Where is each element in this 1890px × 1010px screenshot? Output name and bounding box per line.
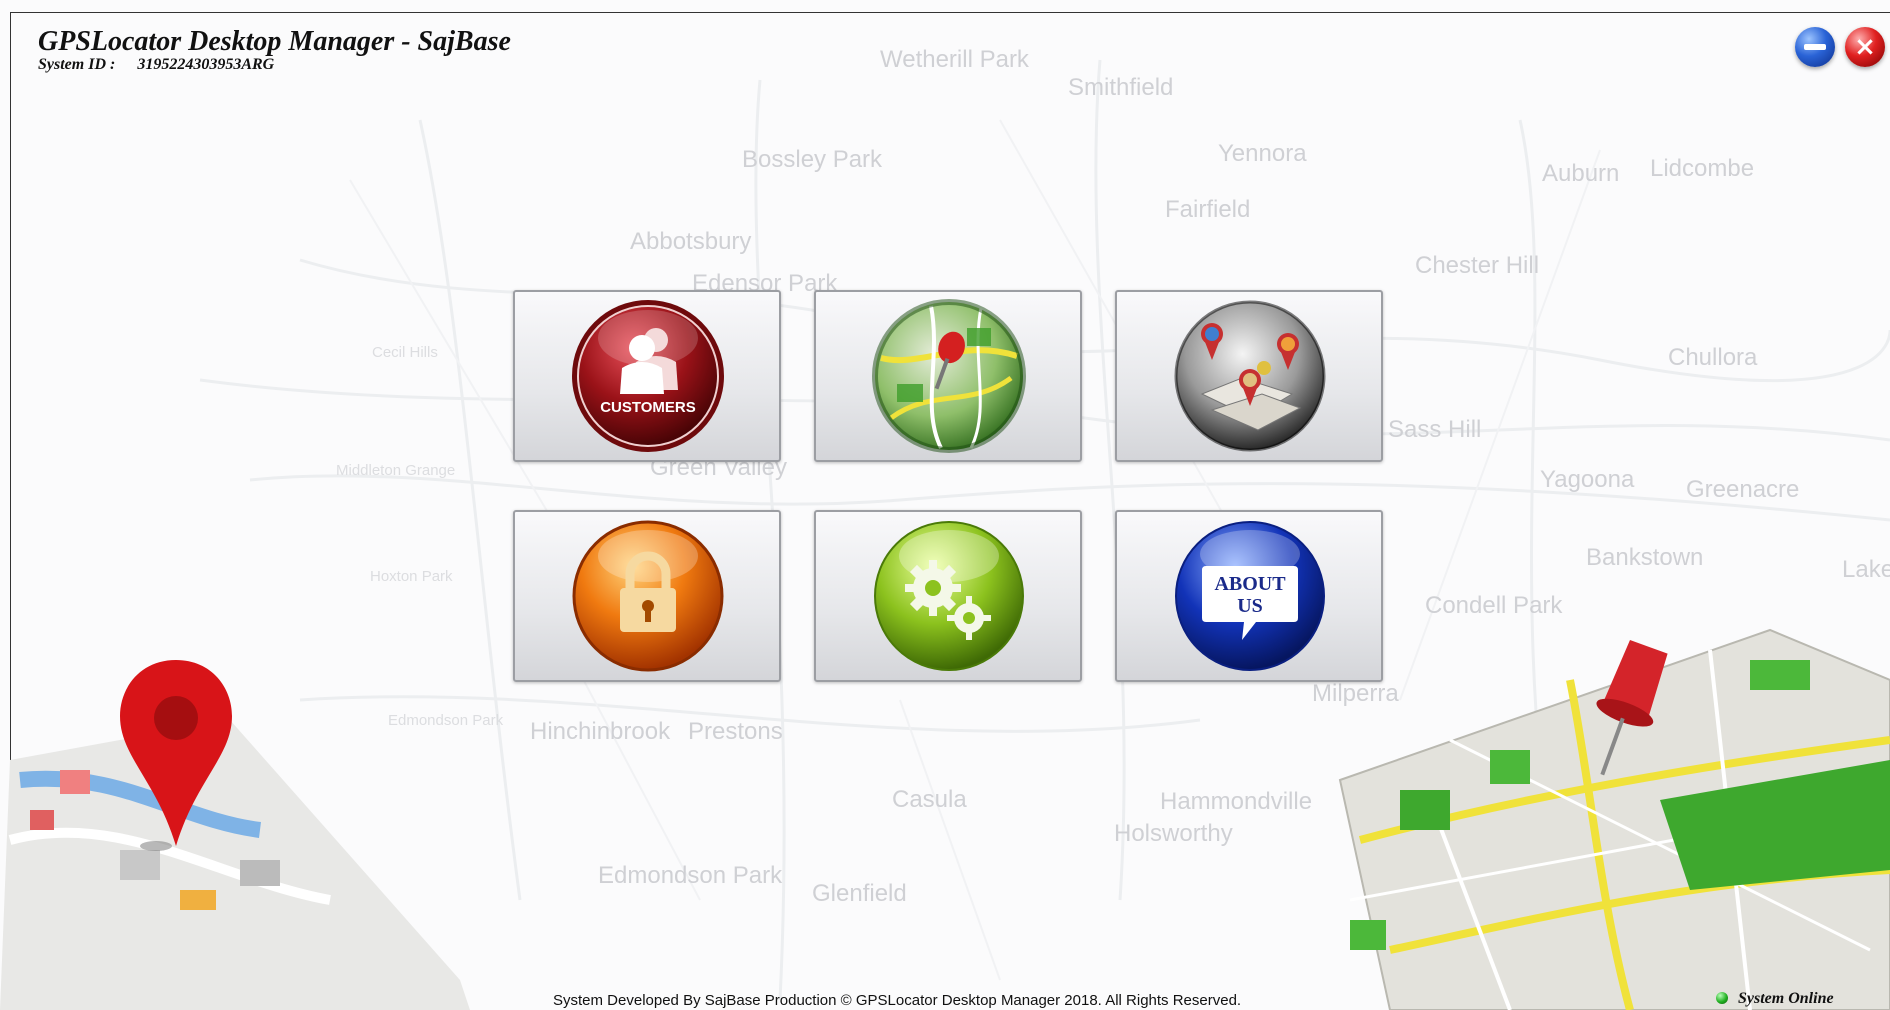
customers-icon: CUSTOMERS <box>570 298 726 454</box>
map-label: Greenacre <box>1686 476 1800 503</box>
map-label: Auburn <box>1542 160 1620 187</box>
map-label: Bossley Park <box>742 146 883 173</box>
map-label: Abbotsbury <box>630 228 752 255</box>
customers-label: CUSTOMERS <box>600 399 696 416</box>
map-label: Chester Hill <box>1415 252 1540 279</box>
map-label: Sass Hill <box>1388 416 1482 443</box>
map-label: Middleton Grange <box>336 462 456 479</box>
map-pin-icon <box>871 298 1027 454</box>
map-pin-illustration <box>0 660 470 1010</box>
map-label: Chullora <box>1668 344 1758 371</box>
app-title: GPSLocator Desktop Manager - SajBase <box>38 26 511 57</box>
map-label: Hinchinbrook <box>530 718 671 745</box>
about-us-icon: ABOUT US <box>1172 518 1328 674</box>
status-online-icon <box>1716 992 1728 1004</box>
map-label: Lakemba <box>1842 556 1890 583</box>
about-label-line1: ABOUT <box>1214 573 1286 595</box>
status-text: System Online <box>1738 990 1834 1007</box>
about-label-line2: US <box>1237 595 1263 617</box>
map-label: Condell Park <box>1425 592 1563 619</box>
map-label: Casula <box>892 786 967 813</box>
map-illustration <box>1338 628 1890 1010</box>
settings-button[interactable] <box>814 510 1082 682</box>
map-label: Lidcombe <box>1650 155 1755 182</box>
system-id: System ID : 3195224303953ARG <box>38 56 274 74</box>
close-button[interactable]: × <box>1845 27 1885 67</box>
map-label: Yennora <box>1218 140 1307 167</box>
minimize-button[interactable] <box>1795 27 1835 67</box>
tracked-people-button[interactable] <box>1115 290 1383 462</box>
system-id-value: 3195224303953ARG <box>137 56 275 73</box>
map-label: Wetherill Park <box>880 46 1029 73</box>
map-label: Smithfield <box>1068 74 1174 101</box>
system-id-label: System ID : <box>38 56 116 73</box>
people-locations-icon <box>1172 298 1328 454</box>
map-label: Yagoona <box>1540 466 1635 493</box>
map-view-button[interactable] <box>814 290 1082 462</box>
map-label: Hammondville <box>1160 788 1313 815</box>
map-label: Holsworthy <box>1114 820 1233 847</box>
lock-icon <box>570 518 726 674</box>
app-window: Wetherill Park Smithfield Bossley Park Y… <box>0 0 1890 1010</box>
close-icon: × <box>1854 32 1876 62</box>
map-label: Edmondson Park <box>598 862 783 889</box>
gears-icon <box>871 518 1027 674</box>
map-label: Fairfield <box>1165 196 1251 223</box>
map-label: Hoxton Park <box>370 568 453 585</box>
map-label: Glenfield <box>812 880 907 907</box>
map-label: Bankstown <box>1586 544 1704 571</box>
security-button[interactable] <box>513 510 781 682</box>
map-label: Cecil Hills <box>372 344 438 361</box>
map-label: Prestons <box>688 718 783 745</box>
customers-button[interactable]: CUSTOMERS <box>513 290 781 462</box>
copyright-text: System Developed By SajBase Production ©… <box>553 992 1242 1009</box>
